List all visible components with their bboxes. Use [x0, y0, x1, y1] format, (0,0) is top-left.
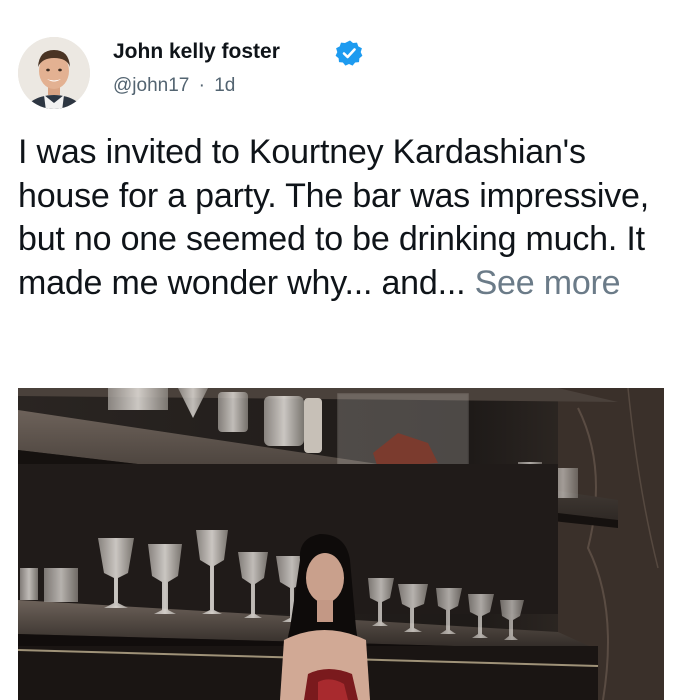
tweet-timestamp[interactable]: 1d [214, 75, 235, 97]
tweet-header: John kelly foster @john17 · 1d [18, 37, 678, 109]
verified-badge-icon [335, 40, 363, 66]
avatar[interactable] [18, 37, 90, 109]
bar-photo [18, 388, 664, 700]
tweet-media[interactable] [18, 388, 664, 700]
meta-separator: · [198, 75, 205, 96]
see-more-link[interactable]: See more [475, 264, 621, 302]
tweet-body: I was invited to Kourtney Kardashian's h… [18, 131, 683, 305]
tweet-card: John kelly foster @john17 · 1d I was inv… [0, 0, 700, 700]
tweet-meta: @john17 · 1d [113, 75, 235, 97]
profile-photo-icon [18, 37, 90, 109]
author-name[interactable]: John kelly foster [113, 40, 280, 64]
author-handle[interactable]: @john17 [113, 75, 189, 97]
